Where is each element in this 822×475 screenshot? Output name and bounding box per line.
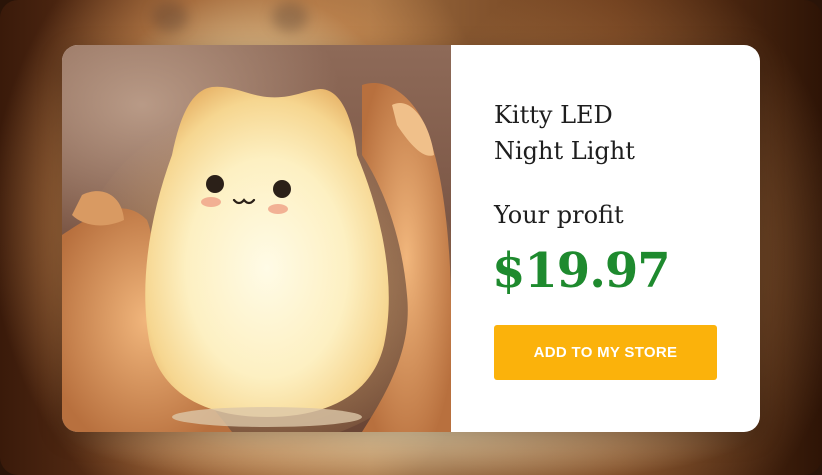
kitty-eye-left xyxy=(206,175,224,193)
product-card: Kitty LED Night Light Your profit $19.97… xyxy=(62,45,760,432)
profit-value: $19.97 xyxy=(492,243,671,299)
background-blur-eye-right xyxy=(272,2,308,32)
background-glow xyxy=(60,430,760,475)
product-info: Kitty LED Night Light Your profit $19.97… xyxy=(451,45,760,432)
blurred-background: Kitty LED Night Light Your profit $19.97… xyxy=(0,0,822,475)
background-blur-eye-left xyxy=(152,2,188,32)
kitty-eye-right xyxy=(273,180,291,198)
profit-label: Your profit xyxy=(494,201,624,229)
product-image xyxy=(62,45,451,432)
product-title: Kitty LED Night Light xyxy=(494,101,635,165)
add-to-my-store-button[interactable]: ADD TO MY STORE xyxy=(494,325,717,380)
kitty-lamp-illustration xyxy=(62,83,451,432)
